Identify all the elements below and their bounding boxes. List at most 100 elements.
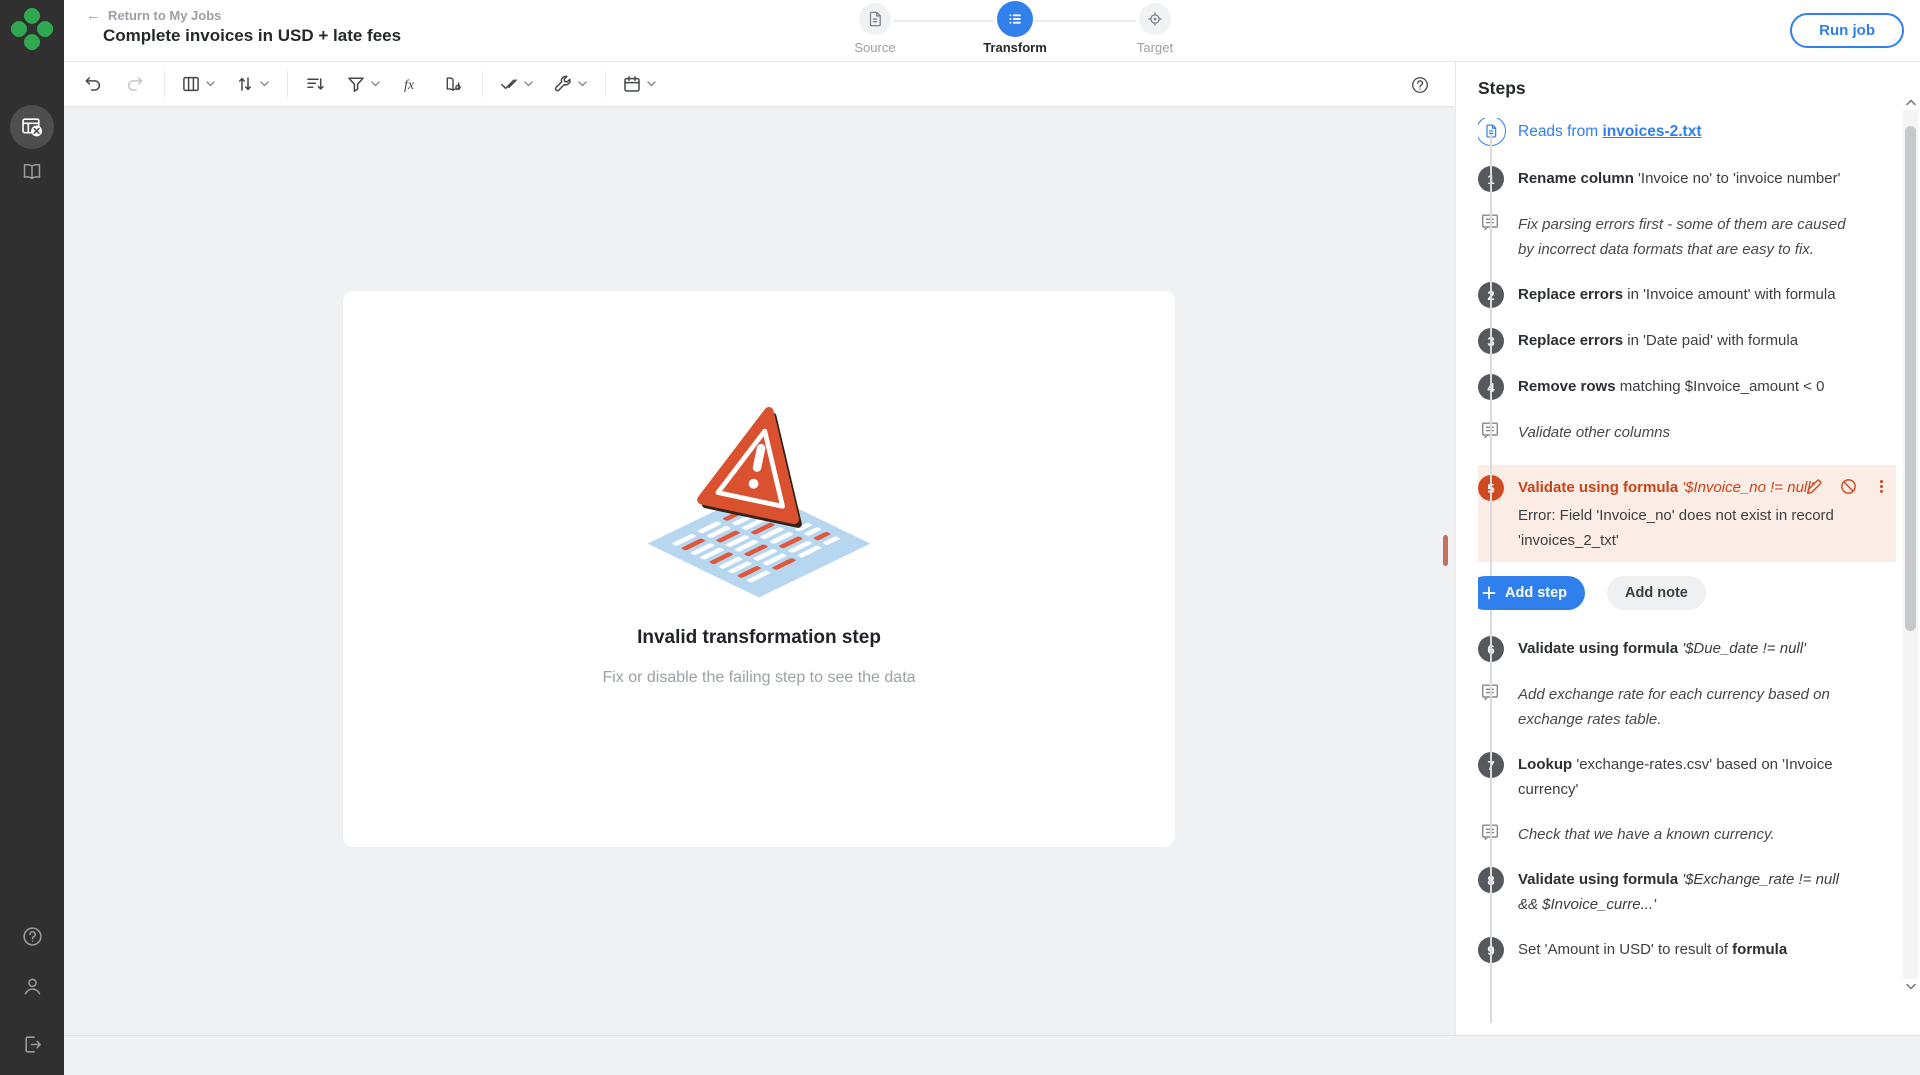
- step-row-8[interactable]: 8 Validate using formula '$Exchange_rate…: [1478, 867, 1896, 917]
- svg-text:fx: fx: [404, 78, 415, 93]
- app-window: ← Return to My Jobs Complete invoices in…: [0, 0, 1920, 1075]
- note-text: Check that we have a known currency.: [1518, 822, 1850, 847]
- source-document-icon: [859, 3, 891, 35]
- step-action: formula: [1732, 941, 1787, 958]
- formula-fx-icon[interactable]: fx: [396, 69, 426, 99]
- lookup-book-icon[interactable]: [438, 69, 468, 99]
- note-text: Fix parsing errors first - some of them …: [1518, 212, 1850, 262]
- columns-icon[interactable]: [177, 69, 219, 99]
- step-formula: '$Invoice_no != null': [1678, 479, 1813, 496]
- run-job-button[interactable]: Run job: [1790, 13, 1904, 48]
- toolbar-help-icon[interactable]: [1405, 70, 1435, 100]
- add-step-button[interactable]: Add step: [1478, 576, 1585, 610]
- logout-icon[interactable]: [10, 1022, 54, 1066]
- step-insert-actions: Add step Add note: [1478, 576, 1896, 610]
- stepper-target[interactable]: Target: [1110, 3, 1200, 55]
- add-note-button[interactable]: Add note: [1607, 576, 1706, 610]
- error-position-marker: [1443, 535, 1448, 566]
- undo-icon[interactable]: [78, 69, 108, 99]
- stepper-target-label: Target: [1110, 40, 1200, 55]
- step-row-1[interactable]: 1 Rename column 'Invoice no' to 'invoice…: [1478, 166, 1896, 192]
- source-file-link[interactable]: invoices-2.txt: [1602, 123, 1701, 140]
- step-source-row[interactable]: Reads from invoices-2.txt: [1478, 118, 1896, 146]
- step-detail: in 'Date paid' with formula: [1623, 332, 1798, 349]
- back-label: Return to My Jobs: [108, 8, 221, 23]
- step-action: Replace errors: [1518, 286, 1623, 303]
- pipeline-stepper: Source Transform Target: [830, 3, 1250, 59]
- back-to-jobs-link[interactable]: ← Return to My Jobs: [86, 8, 221, 23]
- row-limit-icon[interactable]: [300, 69, 330, 99]
- transform-toolbar: fx: [64, 62, 1455, 107]
- scrollbar-thumb[interactable]: [1905, 126, 1916, 631]
- step-row-4[interactable]: 4 Remove rows matching $Invoice_amount <…: [1478, 374, 1896, 400]
- toolbar-divider: [482, 71, 483, 97]
- invalid-step-card: Invalid transformation step Fix or disab…: [343, 291, 1175, 847]
- step-row-2[interactable]: 2 Replace errors in 'Invoice amount' wit…: [1478, 282, 1896, 308]
- step-error-message: Error: Field 'Invoice_no' does not exist…: [1518, 503, 1848, 553]
- step-row-5-error[interactable]: 5 Validate using formula '$Invoice_no !=…: [1478, 465, 1896, 562]
- step-detail: in 'Invoice amount' with formula: [1623, 286, 1836, 303]
- note-text: Validate other columns: [1518, 420, 1850, 445]
- data-canvas: Invalid transformation step Fix or disab…: [64, 107, 1455, 1035]
- steps-panel-title: Steps: [1478, 78, 1526, 99]
- filter-icon[interactable]: [342, 69, 384, 99]
- steps-scrollbar[interactable]: [1903, 96, 1918, 993]
- note-row[interactable]: Fix parsing errors first - some of them …: [1478, 212, 1896, 262]
- note-text: Add exchange rate for each currency base…: [1518, 682, 1850, 732]
- steps-list: Reads from invoices-2.txt 1 Rename colum…: [1478, 118, 1896, 1035]
- steps-panel: Steps Reads from invoices-2.txt 1 Rename…: [1455, 62, 1920, 1035]
- toolbar-divider: [164, 71, 165, 97]
- step-formula: '$Due_date != null': [1678, 640, 1806, 657]
- source-file-icon: [1478, 118, 1506, 146]
- stepper-transform-label: Transform: [970, 40, 1060, 55]
- empty-state-title: Invalid transformation step: [343, 627, 1175, 649]
- note-row[interactable]: Validate other columns: [1478, 420, 1896, 445]
- step-action: Validate using formula: [1518, 640, 1678, 657]
- toolbar-divider: [287, 71, 288, 97]
- sort-icon[interactable]: [231, 69, 273, 99]
- stepper-transform[interactable]: Transform: [970, 3, 1060, 55]
- warning-spreadsheet-illustration: [636, 401, 882, 605]
- step-action: Remove rows: [1518, 378, 1616, 395]
- bottom-strip: [64, 1035, 1920, 1075]
- transform-list-icon: [997, 1, 1033, 37]
- scroll-up-icon[interactable]: [1904, 96, 1917, 109]
- step-row-9[interactable]: 9 Set 'Amount in USD' to result of formu…: [1478, 937, 1896, 963]
- note-row[interactable]: Check that we have a known currency.: [1478, 822, 1896, 847]
- step-action: Validate using formula: [1518, 871, 1678, 888]
- step-row-7[interactable]: 7 Lookup 'exchange-rates.csv' based on '…: [1478, 752, 1896, 802]
- header: ← Return to My Jobs Complete invoices in…: [64, 0, 1920, 62]
- left-rail: [0, 0, 64, 1075]
- step-detail: Set 'Amount in USD' to result of: [1518, 941, 1732, 958]
- date-calendar-icon[interactable]: [618, 69, 660, 99]
- step-row-6[interactable]: 6 Validate using formula '$Due_date != n…: [1478, 636, 1896, 662]
- validate-check-icon[interactable]: [495, 69, 537, 99]
- reads-from-label: Reads from: [1518, 123, 1598, 140]
- step-action: Rename column: [1518, 170, 1634, 187]
- step-more-menu-icon[interactable]: [1873, 478, 1890, 495]
- toolbar-divider: [605, 71, 606, 97]
- transform-grid-icon[interactable]: [10, 105, 54, 149]
- redo-icon[interactable]: [120, 69, 150, 99]
- plus-icon: [1482, 586, 1496, 600]
- target-crosshair-icon: [1139, 3, 1171, 35]
- note-row[interactable]: Add exchange rate for each currency base…: [1478, 682, 1896, 732]
- empty-state-subtitle: Fix or disable the failing step to see t…: [343, 669, 1175, 687]
- stepper-source-label: Source: [830, 40, 920, 55]
- library-book-icon[interactable]: [10, 150, 54, 194]
- step-row-3[interactable]: 3 Replace errors in 'Date paid' with for…: [1478, 328, 1896, 354]
- step-detail: 'Invoice no' to 'invoice number': [1634, 170, 1841, 187]
- back-arrow-icon: ←: [86, 8, 101, 23]
- scroll-down-icon[interactable]: [1904, 980, 1917, 993]
- account-icon[interactable]: [10, 964, 54, 1008]
- edit-step-icon[interactable]: [1805, 477, 1824, 496]
- tools-wrench-icon[interactable]: [549, 69, 591, 99]
- stepper-source[interactable]: Source: [830, 3, 920, 55]
- page-title: Complete invoices in USD + late fees: [103, 26, 401, 46]
- help-icon[interactable]: [10, 914, 54, 958]
- step-action: Replace errors: [1518, 332, 1623, 349]
- step-action: Lookup: [1518, 756, 1572, 773]
- step-detail: matching $Invoice_amount < 0: [1616, 378, 1825, 395]
- brand-logo-icon[interactable]: [12, 9, 52, 49]
- disable-step-icon[interactable]: [1839, 477, 1858, 496]
